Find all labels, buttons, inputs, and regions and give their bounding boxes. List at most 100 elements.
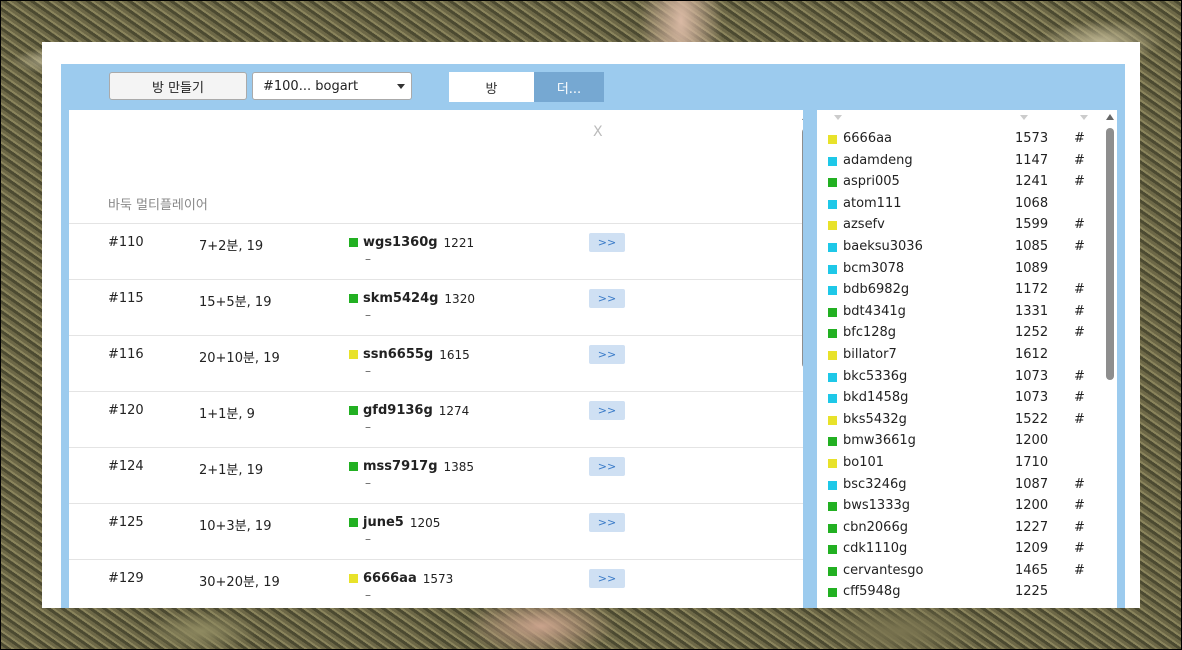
tab-room[interactable]: 방 (449, 72, 534, 102)
user-rating: 1073 (1015, 390, 1049, 406)
user-name: cbn2066g (843, 519, 908, 535)
scrollbar-thumb[interactable] (802, 128, 803, 368)
list-item[interactable]: adamdeng 1147 # (817, 151, 1097, 173)
list-item[interactable]: cervantesgo 1465 # (817, 561, 1097, 583)
list-item[interactable]: azsefv 1599 # (817, 215, 1097, 237)
list-item[interactable]: bfc128g 1252 # (817, 323, 1097, 345)
join-game-button[interactable]: >> (589, 289, 625, 308)
sort-by-rating-icon[interactable] (1020, 115, 1028, 120)
list-item[interactable]: baeksu3036 1085 # (817, 237, 1097, 259)
join-game-button[interactable]: >> (589, 569, 625, 588)
user-mark: # (1074, 541, 1085, 557)
join-game-button[interactable]: >> (589, 513, 625, 532)
user-name: bdb6982g (843, 282, 910, 298)
user-level-dot (828, 156, 837, 166)
list-item[interactable]: bdt4341g 1331 # (817, 302, 1097, 324)
user-rating: 1710 (1015, 454, 1049, 470)
user-rating: 1200 (1015, 433, 1049, 449)
user-name: bmw3661g (843, 433, 916, 449)
close-icon[interactable]: X (593, 124, 603, 140)
opponent-slot: – (365, 364, 371, 378)
table-row[interactable]: #124 2+1분, 19 mss7917g 1385 – >> (69, 447, 803, 503)
list-item[interactable]: bkc5336g 1073 # (817, 367, 1097, 389)
user-level-dot (828, 307, 837, 317)
game-id: #116 (108, 347, 144, 362)
user-rating: 1073 (1015, 368, 1049, 384)
player-rating: 1221 (443, 235, 475, 250)
table-row[interactable]: #125 10+3분, 19 june5 1205 – >> (69, 503, 803, 559)
player-rating: 1274 (438, 403, 470, 418)
list-item[interactable]: 6666aa 1573 # (817, 129, 1097, 151)
lobby-frame: 방 만들기 #100... bogart 방 더... X 바둑 멀티플레이어 … (61, 64, 1125, 608)
user-level-dot (828, 458, 837, 468)
user-name: cff5948g (843, 584, 901, 600)
player-name: ssn6655g (363, 347, 434, 362)
user-mark: # (1074, 303, 1085, 319)
list-item[interactable]: bws1333g 1200 # (817, 496, 1097, 518)
user-level-dot (828, 588, 837, 598)
user-level-dot (828, 502, 837, 512)
join-game-button[interactable]: >> (589, 233, 625, 252)
list-item[interactable]: bcm3078 1089 (817, 259, 1097, 281)
player-name: gfd9136g (363, 403, 433, 418)
game-player: mss7917g 1385 (349, 459, 474, 474)
user-name: bws1333g (843, 498, 910, 514)
create-room-button[interactable]: 방 만들기 (109, 72, 247, 100)
user-level-dot (828, 545, 837, 555)
list-item[interactable]: aspri005 1241 # (817, 172, 1097, 194)
game-player: gfd9136g 1274 (349, 403, 469, 418)
game-id: #120 (108, 403, 144, 418)
user-name: azsefv (843, 217, 885, 233)
table-row[interactable]: #120 1+1분, 9 gfd9136g 1274 – >> (69, 391, 803, 447)
table-row[interactable]: #115 15+5분, 19 skm5424g 1320 – >> (69, 279, 803, 335)
list-item[interactable]: cdk1110g 1209 # (817, 539, 1097, 561)
list-item[interactable]: bo101 1710 (817, 453, 1097, 475)
user-name: bfc128g (843, 325, 897, 341)
player-rating: 1573 (422, 571, 454, 586)
join-game-button[interactable]: >> (589, 345, 625, 364)
join-game-button[interactable]: >> (589, 401, 625, 420)
list-item[interactable]: bmw3661g 1200 (817, 431, 1097, 453)
user-level-dot (828, 329, 837, 339)
list-item[interactable]: billator7 1612 (817, 345, 1097, 367)
opponent-slot: – (365, 532, 371, 546)
table-row[interactable]: #129 30+20분, 19 6666aa 1573 – >> (69, 559, 803, 608)
table-row[interactable]: #116 20+10분, 19 ssn6655g 1615 – >> (69, 335, 803, 391)
player-rating: 1385 (443, 459, 475, 474)
user-level-dot (828, 372, 837, 382)
list-item[interactable]: bkd1458g 1073 # (817, 388, 1097, 410)
game-title: 바둑 멀티플레이어 (108, 198, 208, 213)
user-name: bks5432g (843, 411, 907, 427)
list-item[interactable]: cbn2066g 1227 # (817, 518, 1097, 540)
game-list-scrollbar[interactable] (801, 110, 803, 370)
opponent-slot: – (365, 252, 371, 266)
list-item[interactable]: bdb6982g 1172 # (817, 280, 1097, 302)
sort-by-name-icon[interactable] (834, 115, 842, 120)
sort-by-mark-icon[interactable] (1080, 115, 1088, 120)
table-row[interactable]: #110 7+2분, 19 wgs1360g 1221 – >> (69, 223, 803, 279)
list-item[interactable]: cff5948g 1225 (817, 582, 1097, 604)
room-select-value: #100... bogart (263, 78, 359, 94)
player-name: 6666aa (363, 571, 417, 586)
user-level-dot (828, 566, 837, 576)
user-list-scrollbar[interactable] (1105, 110, 1115, 608)
user-mark: # (1074, 217, 1085, 233)
join-game-button[interactable]: >> (589, 457, 625, 476)
scrollbar-thumb[interactable] (1106, 128, 1114, 380)
room-select[interactable]: #100... bogart (252, 72, 412, 100)
scroll-up-icon[interactable] (1106, 114, 1114, 120)
player-level-dot (349, 350, 358, 359)
list-item[interactable]: bks5432g 1522 # (817, 410, 1097, 432)
user-mark: # (1074, 131, 1085, 146)
user-mark: # (1074, 325, 1085, 341)
list-item[interactable]: bsc3246g 1087 # (817, 475, 1097, 497)
user-level-dot (828, 286, 837, 296)
user-level-dot (828, 264, 837, 274)
list-item[interactable]: atom111 1068 (817, 194, 1097, 216)
tab-more[interactable]: 더... (534, 72, 604, 102)
scroll-up-icon[interactable] (802, 114, 803, 120)
game-time-control: 2+1분, 19 (199, 463, 264, 478)
user-rating: 1241 (1015, 174, 1049, 190)
user-level-dot (828, 437, 837, 447)
user-name: cdk1110g (843, 541, 908, 557)
